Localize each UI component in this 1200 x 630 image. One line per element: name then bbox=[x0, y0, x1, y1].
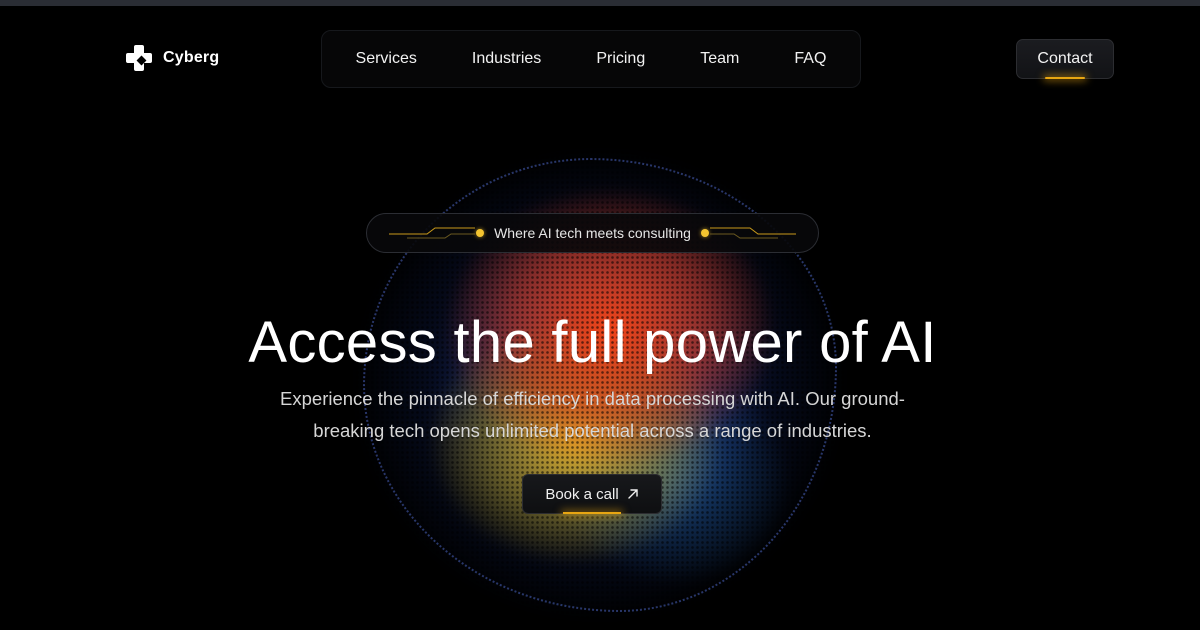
main-nav: Services Industries Pricing Team FAQ bbox=[321, 30, 861, 88]
brand-logo-icon bbox=[125, 44, 153, 72]
tagline-text: Where AI tech meets consulting bbox=[494, 225, 691, 241]
nav-item-services[interactable]: Services bbox=[348, 44, 425, 74]
brand-logo-link[interactable]: Cyberg bbox=[125, 44, 219, 72]
arrow-up-right-icon bbox=[627, 489, 638, 499]
hero-description: Experience the pinnacle of efficiency in… bbox=[280, 387, 905, 441]
book-a-call-label: Book a call bbox=[545, 485, 619, 503]
browser-top-bar bbox=[0, 0, 1200, 6]
decorative-lines-left-icon bbox=[389, 227, 475, 239]
book-a-call-button[interactable]: Book a call bbox=[522, 474, 662, 514]
nav-item-industries[interactable]: Industries bbox=[464, 44, 549, 74]
landing-page: Cyberg Services Industries Pricing Team … bbox=[0, 0, 1200, 630]
brand-name: Cyberg bbox=[163, 49, 220, 66]
nav-item-team[interactable]: Team bbox=[692, 44, 747, 74]
tagline-dot-left bbox=[476, 229, 485, 237]
hero-headline: Access the full power of AI bbox=[248, 309, 937, 375]
decorative-lines-right-icon bbox=[710, 227, 796, 239]
contact-button[interactable]: Contact bbox=[1016, 39, 1114, 79]
tagline-pill: Where AI tech meets consulting bbox=[366, 213, 819, 253]
nav-item-pricing[interactable]: Pricing bbox=[588, 44, 653, 74]
nav-item-faq[interactable]: FAQ bbox=[786, 44, 834, 74]
